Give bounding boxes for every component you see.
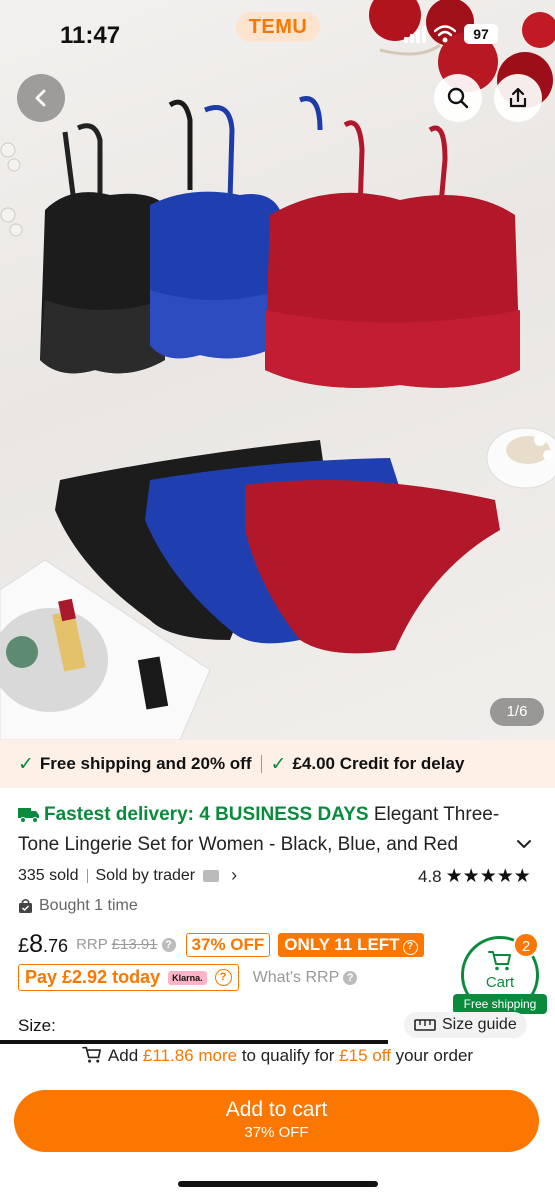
image-counter: 1/6 — [490, 698, 544, 726]
status-time: 11:47 — [60, 22, 121, 49]
bag-icon — [19, 898, 32, 913]
chevron-down-icon[interactable] — [514, 834, 534, 854]
size-guide-label: Size guide — [442, 1016, 517, 1033]
sold-count: 335 sold — [18, 866, 79, 884]
rating-value: 4.8 — [418, 866, 442, 886]
price-row: £8.76 RRP £13.91? 37% OFF ONLY 11 LEFT? — [18, 930, 424, 959]
whats-rrp-link[interactable]: What's RRP? — [253, 969, 358, 987]
rating[interactable]: 4.8 ★★★★★ — [418, 865, 531, 888]
check-icon: ✓ — [18, 753, 34, 775]
divider — [260, 755, 262, 773]
qualify-banner: Add £11.86 more to qualify for £15 off y… — [0, 1046, 555, 1066]
bought-row: Bought 1 time — [18, 897, 138, 915]
seller-link[interactable]: Sold by trader — [96, 867, 196, 885]
wifi-icon — [434, 25, 456, 43]
cart-icon — [488, 951, 511, 971]
free-shipping-text: Free shipping and 20% off — [39, 754, 252, 773]
sold-row: 335 sold Sold by trader › — [18, 865, 237, 886]
battery-indicator: 97 — [464, 24, 498, 44]
share-button[interactable] — [494, 74, 542, 122]
product-title[interactable]: Fastest delivery: 4 BUSINESS DAYS Elegan… — [18, 800, 518, 860]
cart-label: Cart — [485, 974, 515, 991]
klarna-pay-box[interactable]: Pay £2.92 today Klarna. ? — [18, 964, 239, 991]
discount-badge: 37% OFF — [185, 932, 271, 957]
size-label: Size: — [18, 1016, 56, 1035]
stock-badge[interactable]: ONLY 11 LEFT? — [278, 932, 424, 957]
search-button[interactable] — [434, 74, 482, 122]
product-image[interactable]: 11:47 TEMU 97 1/6 — [0, 0, 555, 740]
signal-icon — [404, 25, 426, 43]
add-to-cart-button[interactable]: Add to cart 37% OFF — [14, 1090, 539, 1152]
status-icons: 97 — [404, 24, 498, 44]
info-icon: ? — [343, 970, 358, 985]
size-guide-button[interactable]: Size guide — [404, 1012, 527, 1038]
promo-bar[interactable]: ✓ Free shipping and 20% off ✓ £4.00 Cred… — [0, 740, 555, 788]
credit-text: £4.00 Credit for delay — [292, 754, 465, 773]
pay-today-text: Pay £2.92 today — [25, 967, 161, 987]
share-icon — [509, 87, 527, 108]
back-button[interactable] — [17, 74, 65, 122]
rrp-price: RRP £13.91? — [76, 936, 176, 953]
cart-free-shipping: Free shipping — [453, 994, 547, 1014]
trader-badge-icon — [203, 869, 220, 882]
add-to-cart-label: Add to cart — [225, 1098, 328, 1121]
brand-logo: TEMU — [236, 12, 320, 42]
chevron-right-icon[interactable]: › — [231, 865, 237, 886]
delivery-text: Fastest delivery: 4 BUSINESS DAYS — [44, 804, 369, 825]
info-icon[interactable]: ? — [161, 938, 176, 952]
ruler-icon — [414, 1019, 436, 1031]
divider — [86, 868, 88, 883]
home-indicator[interactable] — [178, 1181, 378, 1187]
chevron-left-icon — [35, 89, 46, 107]
check-icon: ✓ — [270, 753, 287, 775]
scroll-indicator — [0, 1040, 388, 1044]
star-rating-icon: ★★★★★ — [445, 866, 531, 887]
cart-icon — [82, 1046, 101, 1063]
info-icon: ? — [402, 939, 418, 955]
bought-text: Bought 1 time — [39, 897, 138, 914]
info-icon: ? — [214, 969, 232, 986]
price: £8.76 — [18, 930, 69, 958]
pay-row: Pay £2.92 today Klarna. ? What's RRP? — [18, 964, 358, 991]
truck-icon — [18, 808, 39, 823]
klarna-logo: Klarna. — [168, 970, 207, 985]
add-to-cart-discount: 37% OFF — [244, 1124, 309, 1141]
cart-count-badge: 2 — [513, 932, 539, 958]
floating-cart-button[interactable]: Cart 2 Free shipping — [453, 932, 547, 1014]
search-icon — [447, 87, 469, 109]
